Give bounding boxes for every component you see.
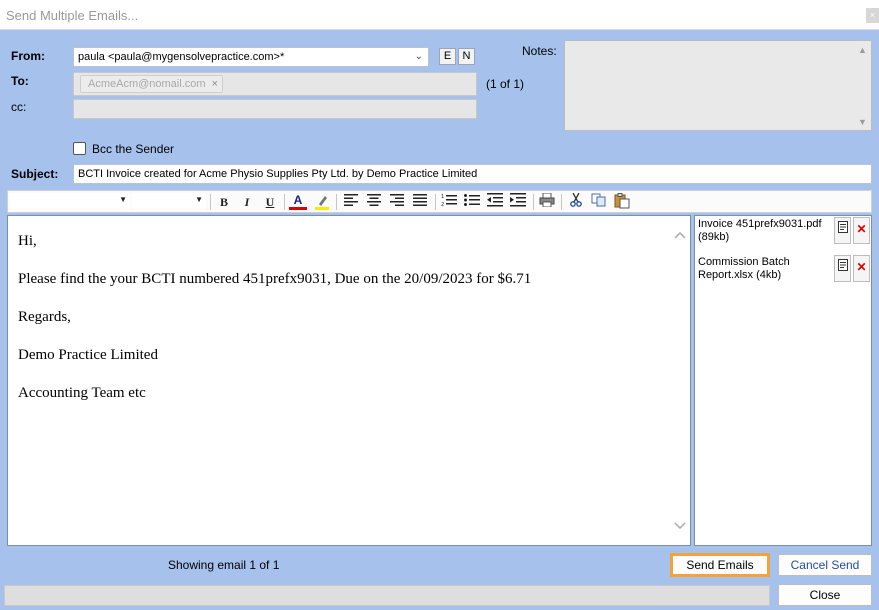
align-left-icon[interactable] — [342, 193, 360, 211]
dropdown-arrow-icon: ▼ — [119, 195, 127, 204]
cc-field[interactable] — [73, 99, 477, 119]
window-close-button[interactable]: × — [866, 8, 879, 23]
copy-icon[interactable] — [590, 193, 608, 211]
remove-chip-icon[interactable]: × — [212, 76, 218, 92]
notes-label: Notes: — [522, 44, 557, 58]
status-text: Showing email 1 of 1 — [168, 558, 280, 572]
justify-icon[interactable] — [411, 193, 429, 211]
attachment-view-icon[interactable] — [834, 255, 851, 282]
scroll-down-icon[interactable] — [674, 519, 686, 533]
close-button[interactable]: Close — [778, 584, 872, 606]
body-line: Demo Practice Limited — [18, 347, 158, 363]
font-size-select[interactable]: ▼ — [132, 193, 206, 210]
attachment-view-icon[interactable] — [834, 217, 851, 244]
attachment-delete-icon[interactable]: ✕ — [853, 255, 870, 282]
from-label: From: — [11, 49, 45, 63]
scroll-up-icon[interactable]: ▲ — [858, 45, 867, 55]
outdent-icon[interactable] — [486, 193, 504, 211]
bcc-checkbox[interactable] — [73, 142, 86, 155]
paste-icon[interactable] — [613, 193, 631, 211]
font-name-select[interactable]: ▼ — [10, 193, 130, 210]
bullet-list-icon[interactable] — [463, 193, 481, 211]
body-line: Regards, — [18, 309, 71, 325]
chevron-down-icon: ⌄ — [414, 51, 423, 62]
underline-icon[interactable]: U — [261, 193, 279, 211]
highlight-icon[interactable] — [313, 193, 331, 211]
indent-icon[interactable] — [509, 193, 527, 211]
subject-label: Subject: — [11, 167, 59, 181]
svg-text:1: 1 — [441, 194, 444, 200]
scroll-up-icon[interactable] — [674, 228, 686, 242]
italic-icon[interactable]: I — [238, 193, 256, 211]
cancel-send-button[interactable]: Cancel Send — [778, 554, 872, 576]
numbered-list-icon[interactable]: 12 — [440, 193, 458, 211]
from-select[interactable]: paula <paula@mygensolvepractice.com>* ⌄ — [73, 47, 429, 67]
cc-label: cc: — [11, 100, 27, 114]
font-color-icon[interactable]: A — [289, 193, 307, 210]
recipient-chip[interactable]: AcmeAcm@nomail.com × — [80, 75, 223, 93]
recipient-count: (1 of 1) — [486, 77, 525, 91]
window-title: Send Multiple Emails... — [6, 8, 139, 23]
attachment-name: Invoice 451prefx9031.pdf (89kb) — [698, 218, 822, 243]
recipient-chip-label: AcmeAcm@nomail.com — [88, 78, 206, 90]
attachments-panel: Invoice 451prefx9031.pdf (89kb) ✕ Commis… — [694, 215, 872, 546]
title-bar: Send Multiple Emails... × — [0, 0, 879, 30]
dropdown-arrow-icon: ▼ — [195, 195, 203, 204]
attachment-name: Commission Batch Report.xlsx (4kb) — [698, 256, 790, 281]
print-icon[interactable] — [538, 192, 556, 211]
bcc-label: Bcc the Sender — [92, 142, 175, 156]
align-right-icon[interactable] — [388, 193, 406, 211]
scroll-down-icon[interactable]: ▼ — [858, 117, 867, 127]
svg-text:2: 2 — [441, 202, 444, 207]
progress-bar — [4, 585, 770, 606]
e-button[interactable]: E — [439, 48, 456, 65]
from-value: paula <paula@mygensolvepractice.com>* — [78, 51, 285, 63]
bold-icon[interactable]: B — [215, 193, 233, 211]
body-line: Hi, — [18, 233, 37, 249]
body-line: Accounting Team etc — [18, 385, 146, 401]
subject-input[interactable]: BCTI Invoice created for Acme Physio Sup… — [73, 164, 872, 184]
notes-textarea[interactable]: ▲ ▼ — [564, 40, 872, 131]
body-line: Please find the your BCTI numbered 451pr… — [18, 271, 532, 287]
attachment-delete-icon[interactable]: ✕ — [853, 217, 870, 244]
message-body-editor[interactable]: Hi, Please find the your BCTI numbered 4… — [7, 215, 691, 546]
align-center-icon[interactable] — [365, 193, 383, 211]
formatting-toolbar: ▼ ▼ B I U A 12 — [7, 190, 872, 213]
cut-icon[interactable] — [567, 192, 585, 211]
send-emails-button[interactable]: Send Emails — [670, 553, 770, 577]
n-button[interactable]: N — [458, 48, 475, 65]
to-label: To: — [11, 74, 29, 88]
